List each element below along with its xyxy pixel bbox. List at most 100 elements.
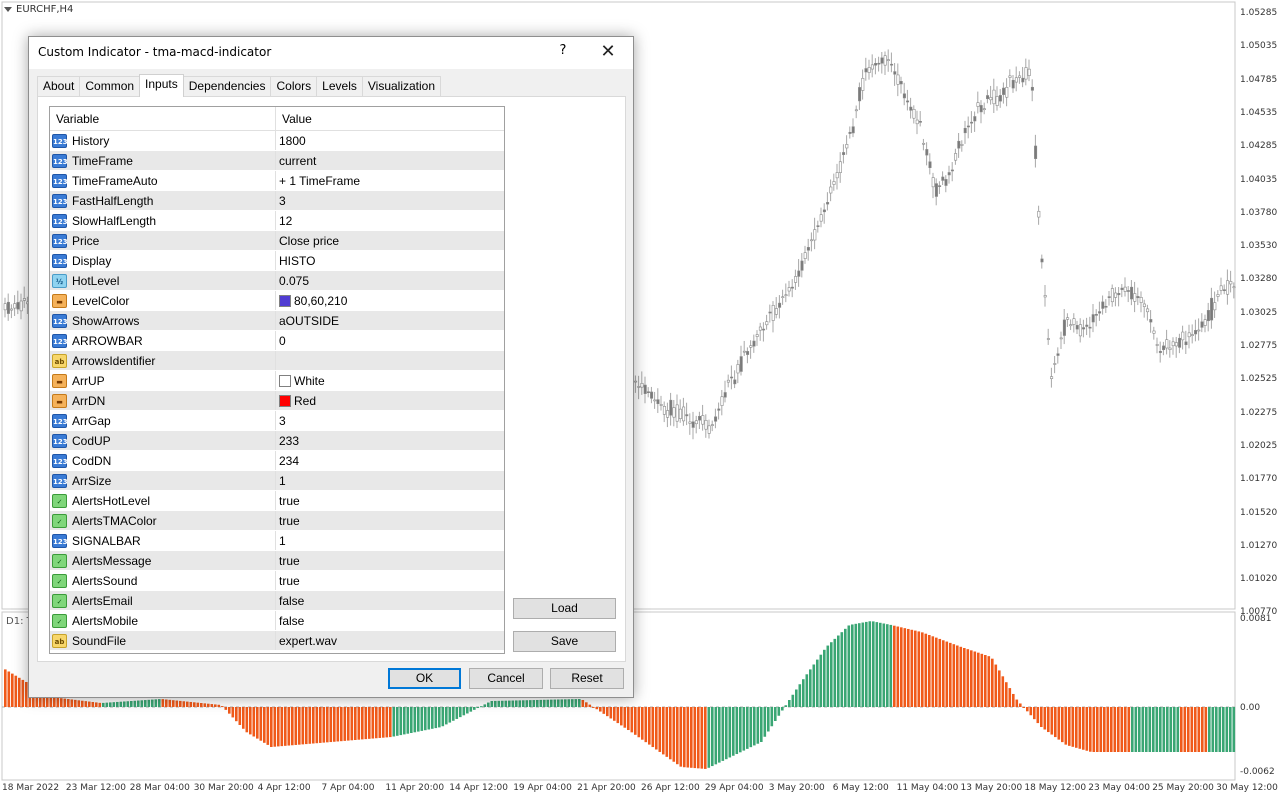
param-value-cell[interactable]: 3 [276,191,504,210]
tab-levels[interactable]: Levels [316,76,363,97]
param-row[interactable]: ½ HotLevel 0.075 [50,271,504,291]
param-row[interactable]: ✓ AlertsMessage true [50,551,504,571]
save-button[interactable]: Save [513,631,616,652]
candle-body [906,100,910,103]
param-value-cell[interactable]: true [276,571,504,590]
candle-body [707,425,711,434]
param-row[interactable]: ✓ AlertsMobile false [50,611,504,631]
param-row[interactable]: ab ArrowsIdentifier [50,351,504,371]
param-row[interactable]: 123 TimeFrameAuto + 1 TimeFrame [50,171,504,191]
histogram-bar [718,707,721,763]
param-value-cell[interactable]: true [276,511,504,530]
param-value-cell[interactable]: 80,60,210 [276,291,504,310]
param-value-cell[interactable]: true [276,491,504,510]
param-row[interactable]: ✓ AlertsHotLevel true [50,491,504,511]
param-value-cell[interactable]: White [276,371,504,390]
candle-body [1126,290,1130,292]
param-value-cell[interactable]: 3 [276,411,504,430]
candle-body [899,81,903,85]
param-row[interactable]: 123 Display HISTO [50,251,504,271]
close-icon[interactable]: ✕ [591,41,625,65]
load-button[interactable]: Load [513,598,616,619]
column-header-variable[interactable]: Variable [50,107,276,130]
reset-button[interactable]: Reset [550,668,624,689]
param-row[interactable]: ab SoundFile expert.wav [50,631,504,651]
dialog-titlebar[interactable]: Custom Indicator - tma-macd-indicator ? … [29,37,633,69]
histogram-bar [368,707,371,739]
param-value-cell[interactable]: 0.075 [276,271,504,290]
histogram-bar [1078,707,1082,749]
param-row[interactable]: 123 ShowArrows aOUTSIDE [50,311,504,331]
param-value-cell[interactable]: Close price [276,231,504,250]
param-row[interactable]: ▬ ArrUP White [50,371,504,391]
param-value-cell[interactable]: 233 [276,431,504,450]
candle-body [1018,75,1022,78]
candle-body [902,93,906,99]
param-row[interactable]: 123 ArrGap 3 [50,411,504,431]
param-name: AlertsEmail [72,593,133,608]
color-swatch[interactable] [279,294,291,307]
candle-body [1216,294,1220,297]
param-row[interactable]: 123 History 1800 [50,131,504,151]
tab-colors[interactable]: Colors [270,76,318,97]
param-row[interactable]: 123 CodUP 233 [50,431,504,451]
histogram-bar [466,707,469,714]
param-value-cell[interactable]: false [276,591,504,610]
param-value-cell[interactable]: 1800 [276,131,504,150]
price-tick-label: 1.04785 [1240,74,1278,85]
color-swatch[interactable] [279,394,291,407]
candle-body [1219,285,1223,291]
ok-button[interactable]: OK [388,668,461,689]
candle-body [880,57,884,64]
param-value-cell[interactable] [276,351,504,370]
chart-symbol-label[interactable]: EURCHF,H4 [4,4,73,15]
tab-visualization[interactable]: Visualization [361,76,442,97]
param-value-cell[interactable]: aOUTSIDE [276,311,504,330]
param-value-cell[interactable]: HISTO [276,251,504,270]
tab-about[interactable]: About [37,76,81,97]
param-value-cell[interactable]: current [276,151,504,170]
param-row[interactable]: ✓ AlertsTMAColor true [50,511,504,531]
candle-body [938,185,942,187]
candle-body [730,376,734,379]
param-row[interactable]: 123 SlowHalfLength 12 [50,211,504,231]
param-row[interactable]: ✓ AlertsSound true [50,571,504,591]
param-value-cell[interactable]: false [276,611,504,630]
param-variable-cell: 123 History [50,131,276,150]
column-header-value[interactable]: Value [276,107,504,130]
param-row[interactable]: 123 ArrSize 1 [50,471,504,491]
dropdown-triangle-icon[interactable] [4,6,12,12]
param-value-cell[interactable]: 1 [276,531,504,550]
tab-inputs[interactable]: Inputs [139,74,184,97]
param-value: false [279,613,305,628]
param-value-cell[interactable]: 12 [276,211,504,230]
param-value-cell[interactable]: true [276,551,504,570]
param-value-cell[interactable]: + 1 TimeFrame [276,171,504,190]
param-row[interactable]: ✓ AlertsEmail false [50,591,504,611]
param-row[interactable]: 123 FastHalfLength 3 [50,191,504,211]
param-variable-cell: ✓ AlertsMobile [50,611,276,630]
param-row[interactable]: 123 SIGNALBAR 1 [50,531,504,551]
help-button[interactable]: ? [551,43,575,63]
param-value-cell[interactable]: 1 [276,471,504,490]
color-swatch[interactable] [279,374,291,387]
cancel-button[interactable]: Cancel [469,668,543,689]
tab-common[interactable]: Common [79,76,141,97]
param-row[interactable]: ▬ LevelColor 80,60,210 [50,291,504,311]
histogram-bar [833,638,837,707]
param-row[interactable]: ▬ ArrDN Red [50,391,504,411]
histogram-bar [886,624,889,707]
tab-dependencies[interactable]: Dependencies [182,76,272,97]
param-row[interactable]: 123 CodDN 234 [50,451,504,471]
param-value-cell[interactable]: 234 [276,451,504,470]
candle-body [739,356,743,372]
param-value-cell[interactable]: expert.wav [276,631,504,650]
param-row[interactable]: 123 TimeFrame current [50,151,504,171]
histogram-bar [1001,676,1005,707]
param-value-cell[interactable]: 0 [276,331,504,350]
date-tick-label: 13 May 20:00 [960,783,1023,793]
candle-body [883,55,887,66]
param-value-cell[interactable]: Red [276,391,504,410]
param-row[interactable]: 123 Price Close price [50,231,504,251]
param-row[interactable]: 123 ARROWBAR 0 [50,331,504,351]
